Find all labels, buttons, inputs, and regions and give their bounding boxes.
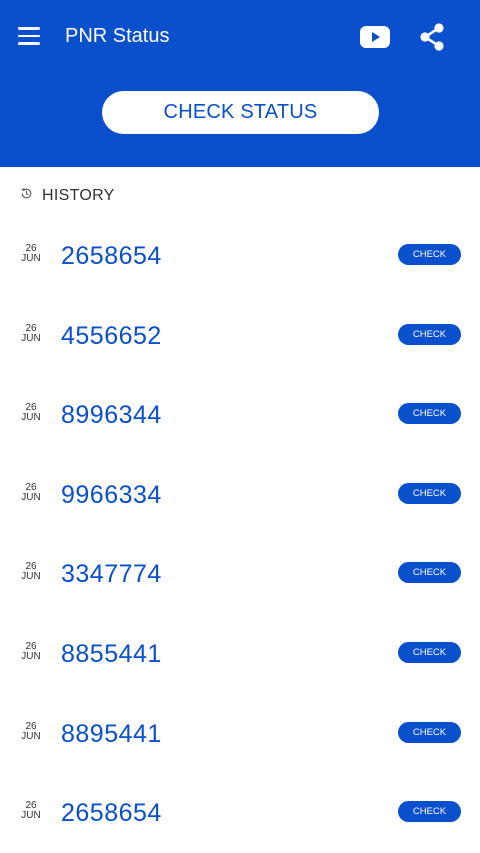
- date-month: JUN: [21, 571, 41, 583]
- pnr-number: 9966334: [61, 480, 162, 509]
- check-button[interactable]: CHECK: [398, 801, 461, 823]
- pnr-number: 4556652: [61, 321, 162, 350]
- date-badge: 26 JUN: [18, 801, 44, 821]
- date-month: JUN: [21, 730, 41, 742]
- pnr-number: 2658654: [61, 242, 162, 270]
- date-month: JUN: [21, 810, 41, 822]
- date-badge: 26 JUN: [18, 323, 44, 344]
- list-item[interactable]: 26 JUN 9966334 CHECK: [0, 453, 480, 533]
- date-month: JUN: [21, 253, 41, 264]
- check-button[interactable]: CHECK: [398, 482, 461, 504]
- pnr-number: 8855441: [61, 639, 162, 668]
- date-badge: 26 JUN: [18, 403, 44, 423]
- list-item[interactable]: 26 JUN 2658654 CHECK: [0, 214, 480, 294]
- youtube-icon[interactable]: [358, 22, 392, 52]
- date-badge: 26 JUN: [18, 721, 44, 742]
- list-item[interactable]: 26 JUN 8855441 CHECK: [0, 612, 480, 692]
- list-item[interactable]: 26 JUN 2658654 CHECK: [0, 771, 480, 851]
- pnr-number: 8996344: [61, 401, 162, 430]
- check-button[interactable]: CHECK: [398, 244, 461, 265]
- date-badge: 26 JUN: [18, 244, 44, 264]
- check-button[interactable]: CHECK: [398, 562, 461, 584]
- date-month: JUN: [21, 650, 41, 662]
- date-badge: 26 JUN: [18, 641, 44, 662]
- date-month: JUN: [21, 491, 41, 503]
- list-item[interactable]: 26 JUN 4556652 CHECK: [0, 294, 480, 374]
- check-button[interactable]: CHECK: [398, 403, 461, 425]
- history-header: HISTORY: [20, 186, 115, 206]
- pnr-number: 2658654: [61, 799, 162, 828]
- app-bar: PNR Status CHECK STATUS: [0, 0, 480, 167]
- date-badge: 26 JUN: [18, 482, 44, 503]
- date-month: JUN: [21, 332, 41, 344]
- page-title: PNR Status: [65, 25, 170, 47]
- list-item[interactable]: 26 JUN 8895441 CHECK: [0, 692, 480, 772]
- history-label: HISTORY: [42, 187, 115, 204]
- check-button[interactable]: CHECK: [398, 721, 461, 743]
- menu-icon[interactable]: [14, 22, 44, 50]
- list-item[interactable]: 26 JUN 8996344 CHECK: [0, 373, 480, 453]
- pnr-number: 3347774: [61, 560, 162, 589]
- check-button[interactable]: CHECK: [398, 323, 461, 345]
- history-list: 26 JUN 2658654 CHECK 26 JUN 4556652 CHEC…: [0, 214, 480, 851]
- share-icon[interactable]: [418, 22, 446, 52]
- date-badge: 26 JUN: [18, 562, 44, 582]
- history-icon: [20, 187, 33, 205]
- list-item[interactable]: 26 JUN 3347774 CHECK: [0, 532, 480, 612]
- check-button[interactable]: CHECK: [398, 641, 461, 663]
- pnr-number: 8895441: [61, 719, 162, 748]
- check-status-button[interactable]: CHECK STATUS: [102, 91, 379, 134]
- date-month: JUN: [21, 412, 41, 424]
